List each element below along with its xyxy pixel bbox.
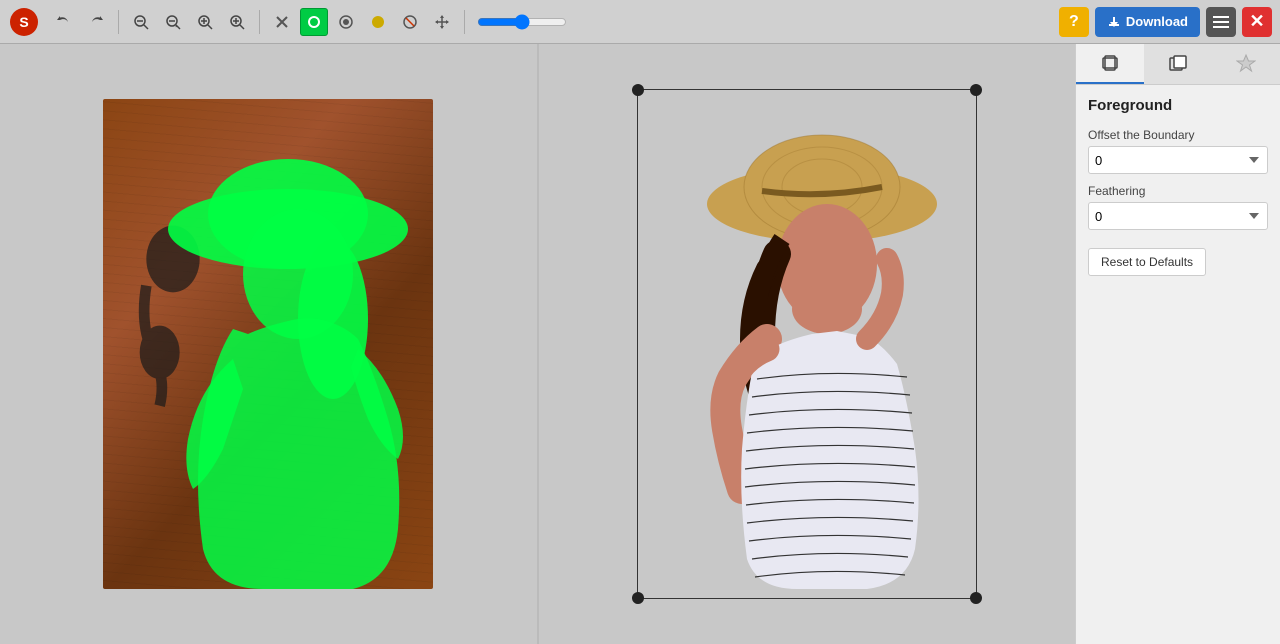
close-button[interactable]: ✕ <box>1242 7 1272 37</box>
cancel-button[interactable] <box>268 8 296 36</box>
brush-size-slider[interactable] <box>477 14 567 30</box>
handle-top-left[interactable] <box>632 84 644 96</box>
svg-text:S: S <box>19 14 28 30</box>
original-image-container <box>103 99 433 589</box>
help-button[interactable]: ? <box>1059 7 1089 37</box>
handle-bottom-left[interactable] <box>632 592 644 604</box>
result-image-container <box>637 89 977 599</box>
handle-bottom-right[interactable] <box>970 592 982 604</box>
offset-select[interactable]: 0 1 2 3 5 10 <box>1088 146 1268 174</box>
zoom-out-small-button[interactable]: - <box>159 8 187 36</box>
layers-icon <box>1100 53 1120 73</box>
main-area: Foreground Offset the Boundary 0 1 2 3 5… <box>0 44 1280 644</box>
cutout-result <box>667 99 947 589</box>
separator-3 <box>464 10 465 34</box>
menu-icon <box>1213 16 1229 28</box>
top-right-buttons: ? Download ✕ <box>1059 7 1272 37</box>
move-button[interactable] <box>428 8 456 36</box>
download-icon <box>1107 15 1121 29</box>
separator-1 <box>118 10 119 34</box>
brush-size-slider-container <box>477 14 567 30</box>
toolbar: S - <box>0 0 1280 44</box>
redo-button[interactable] <box>82 8 110 36</box>
sidebar-title: Foreground <box>1088 97 1268 114</box>
tab-copy[interactable] <box>1144 44 1212 84</box>
copy-icon <box>1168 53 1188 73</box>
circle-tool-button[interactable] <box>364 8 392 36</box>
tab-favorites[interactable] <box>1212 44 1280 84</box>
zoom-out-button[interactable] <box>127 8 155 36</box>
foreground-tool-button[interactable] <box>300 8 328 36</box>
star-icon <box>1236 53 1256 73</box>
app-logo: S <box>8 6 40 38</box>
zoom-in-small-button[interactable] <box>191 8 219 36</box>
undo-button[interactable] <box>50 8 78 36</box>
canvas-area[interactable] <box>0 44 1075 644</box>
sidebar: Foreground Offset the Boundary 0 1 2 3 5… <box>1075 44 1280 644</box>
menu-button[interactable] <box>1206 7 1236 37</box>
download-button[interactable]: Download <box>1095 7 1200 37</box>
handle-top-right[interactable] <box>970 84 982 96</box>
feathering-label: Feathering <box>1088 184 1268 198</box>
offset-label: Offset the Boundary <box>1088 128 1268 142</box>
zoom-in-button[interactable] <box>223 8 251 36</box>
sidebar-content: Foreground Offset the Boundary 0 1 2 3 5… <box>1076 85 1280 288</box>
offset-section: Offset the Boundary 0 1 2 3 5 10 <box>1088 128 1268 174</box>
background-tool-button[interactable] <box>332 8 360 36</box>
sidebar-tabs <box>1076 44 1280 85</box>
left-panel[interactable] <box>0 44 537 644</box>
separator-2 <box>259 10 260 34</box>
feathering-select[interactable]: 0 1 2 3 5 10 <box>1088 202 1268 230</box>
feathering-section: Feathering 0 1 2 3 5 10 <box>1088 184 1268 230</box>
cutout-svg <box>667 99 947 589</box>
right-panel[interactable] <box>539 44 1076 644</box>
tab-layers[interactable] <box>1076 44 1144 84</box>
eraser-button[interactable] <box>396 8 424 36</box>
green-mask-overlay <box>103 99 433 589</box>
reset-defaults-button[interactable]: Reset to Defaults <box>1088 248 1206 276</box>
